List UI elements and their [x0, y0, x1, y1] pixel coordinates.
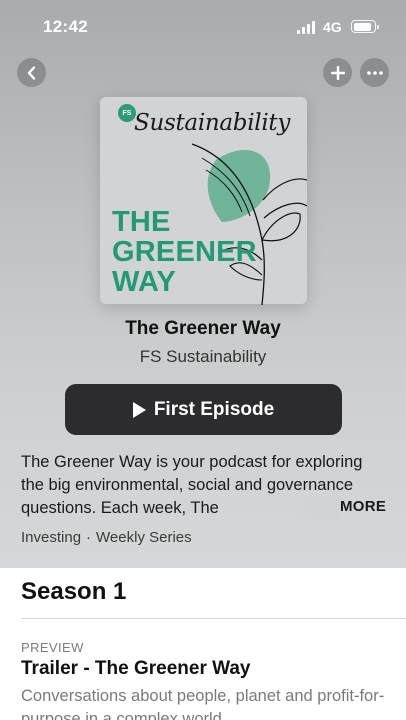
- season-title[interactable]: Season 1: [21, 578, 126, 606]
- back-button[interactable]: [17, 58, 46, 87]
- more-link[interactable]: MORE: [340, 498, 386, 515]
- episode-description: Conversations about people, planet and p…: [21, 687, 385, 720]
- episode-title[interactable]: Trailer - The Greener Way: [21, 658, 251, 680]
- description-fade: [290, 497, 340, 520]
- frequency-label: Weekly Series: [96, 529, 192, 546]
- divider: [21, 618, 406, 619]
- play-icon: [132, 401, 146, 418]
- network-label: 4G: [323, 19, 342, 35]
- more-button[interactable]: [360, 58, 389, 87]
- chevron-left-icon: [27, 65, 35, 80]
- play-first-episode-button[interactable]: First Episode: [65, 384, 342, 435]
- artwork-title-line-1: THE: [112, 206, 171, 238]
- episode-label: PREVIEW: [21, 640, 84, 655]
- artwork-title-line-2: GREENER: [112, 236, 257, 268]
- leaf-illustration: [191, 143, 307, 305]
- category-label[interactable]: Investing: [21, 529, 81, 546]
- category-separator: ·: [86, 529, 92, 546]
- ellipsis-icon: [366, 70, 383, 75]
- status-time: 12:42: [43, 17, 88, 36]
- battery-icon: [351, 20, 379, 33]
- podcast-author[interactable]: FS Sustainability: [0, 347, 406, 367]
- podcast-categories: Investing · Weekly Series: [21, 529, 192, 546]
- podcast-title: The Greener Way: [125, 318, 281, 339]
- status-bar: 12:42 4G: [0, 0, 406, 54]
- artwork-brand: Sustainability: [134, 110, 291, 136]
- plus-icon: [330, 65, 345, 80]
- artwork-title-line-3: WAY: [112, 266, 176, 298]
- add-button[interactable]: [323, 58, 352, 87]
- signal-icon: [297, 21, 317, 34]
- play-button-label: First Episode: [153, 398, 275, 420]
